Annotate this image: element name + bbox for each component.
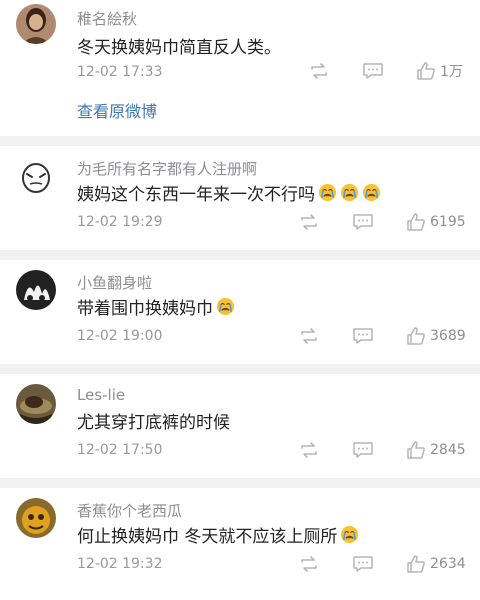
repost-icon xyxy=(298,212,320,232)
section-divider xyxy=(0,478,480,488)
comment-card: Les-lie 尤其穿打底裤的时候 12-02 17:50 2845 xyxy=(0,374,480,478)
comment-icon xyxy=(362,61,384,81)
reply-button[interactable] xyxy=(362,61,384,81)
crying-emoji-icon xyxy=(340,183,359,202)
comment-card: 稚名絵秋 冬天换姨妈巾简直反人类。 12-02 17:33 1万 查看原微博 xyxy=(0,0,480,136)
crying-emoji-icon xyxy=(340,525,359,544)
repost-icon xyxy=(298,326,320,346)
like-icon xyxy=(406,440,426,460)
comment-text-content: 冬天换姨妈巾简直反人类。 xyxy=(77,38,281,58)
view-original-weibo-link[interactable]: 查看原微博 xyxy=(77,98,157,122)
avatar[interactable] xyxy=(16,498,56,538)
comment-timestamp: 12-02 17:33 xyxy=(77,64,163,80)
avatar[interactable] xyxy=(16,4,56,44)
like-count: 6195 xyxy=(430,214,466,230)
avatar[interactable] xyxy=(16,384,56,424)
crying-emoji-icon xyxy=(216,297,235,316)
comment-text: 何止换姨妈巾 冬天就不应该上厕所 xyxy=(77,522,359,547)
comment-text: 姨妈这个东西一年来一次不行吗 xyxy=(77,180,381,205)
comment-icon xyxy=(352,554,374,574)
comment-username[interactable]: 为毛所有名字都有人注册啊 xyxy=(77,158,257,179)
comment-icon xyxy=(352,326,374,346)
like-icon xyxy=(406,326,426,346)
like-icon xyxy=(406,554,426,574)
repost-icon xyxy=(308,61,330,81)
comment-card: 为毛所有名字都有人注册啊 姨妈这个东西一年来一次不行吗 12-02 19:29 … xyxy=(0,146,480,250)
comment-timestamp: 12-02 19:32 xyxy=(77,556,163,572)
like-button[interactable]: 2634 xyxy=(406,554,466,574)
repost-button[interactable] xyxy=(298,554,320,574)
comment-text: 冬天换姨妈巾简直反人类。 xyxy=(77,33,281,58)
like-count: 2845 xyxy=(430,442,466,458)
like-button[interactable]: 3689 xyxy=(406,326,466,346)
comment-username[interactable]: 香蕉你个老西瓜 xyxy=(77,500,182,521)
section-divider xyxy=(0,136,480,146)
repost-button[interactable] xyxy=(298,212,320,232)
like-icon xyxy=(406,212,426,232)
comment-icon xyxy=(352,212,374,232)
reply-button[interactable] xyxy=(352,212,374,232)
comment-timestamp: 12-02 17:50 xyxy=(77,442,163,458)
comment-text: 带着围巾换姨妈巾 xyxy=(77,294,235,319)
avatar[interactable] xyxy=(16,158,56,198)
comment-card: 小鱼翻身啦 带着围巾换姨妈巾 12-02 19:00 3689 xyxy=(0,260,480,364)
comment-username[interactable]: Les-lie xyxy=(77,386,125,404)
like-button[interactable]: 6195 xyxy=(406,212,466,232)
avatar[interactable] xyxy=(16,270,56,310)
reply-button[interactable] xyxy=(352,554,374,574)
reply-button[interactable] xyxy=(352,440,374,460)
like-count: 2634 xyxy=(430,556,466,572)
comment-username[interactable]: 稚名絵秋 xyxy=(77,8,137,29)
comment-timestamp: 12-02 19:29 xyxy=(77,214,163,230)
repost-icon xyxy=(298,554,320,574)
comment-text-content: 尤其穿打底裤的时候 xyxy=(77,413,230,433)
reply-button[interactable] xyxy=(352,326,374,346)
like-button[interactable]: 2845 xyxy=(406,440,466,460)
comment-card: 香蕉你个老西瓜 何止换姨妈巾 冬天就不应该上厕所 12-02 19:32 263… xyxy=(0,488,480,600)
crying-emoji-icon xyxy=(362,183,381,202)
crying-emoji-icon xyxy=(318,183,337,202)
like-button[interactable]: 1万 xyxy=(416,61,463,81)
like-count: 3689 xyxy=(430,328,466,344)
comment-username[interactable]: 小鱼翻身啦 xyxy=(77,272,152,293)
section-divider xyxy=(0,250,480,260)
section-divider xyxy=(0,364,480,374)
comment-text-content: 姨妈这个东西一年来一次不行吗 xyxy=(77,185,315,205)
repost-button[interactable] xyxy=(298,440,320,460)
repost-icon xyxy=(298,440,320,460)
repost-button[interactable] xyxy=(298,326,320,346)
comment-text-content: 带着围巾换姨妈巾 xyxy=(77,299,213,319)
comment-text: 尤其穿打底裤的时候 xyxy=(77,408,230,433)
comment-icon xyxy=(352,440,374,460)
like-count: 1万 xyxy=(440,64,463,80)
repost-button[interactable] xyxy=(308,61,330,81)
like-icon xyxy=(416,61,436,81)
comment-text-content: 何止换姨妈巾 冬天就不应该上厕所 xyxy=(77,527,338,547)
comment-timestamp: 12-02 19:00 xyxy=(77,328,163,344)
